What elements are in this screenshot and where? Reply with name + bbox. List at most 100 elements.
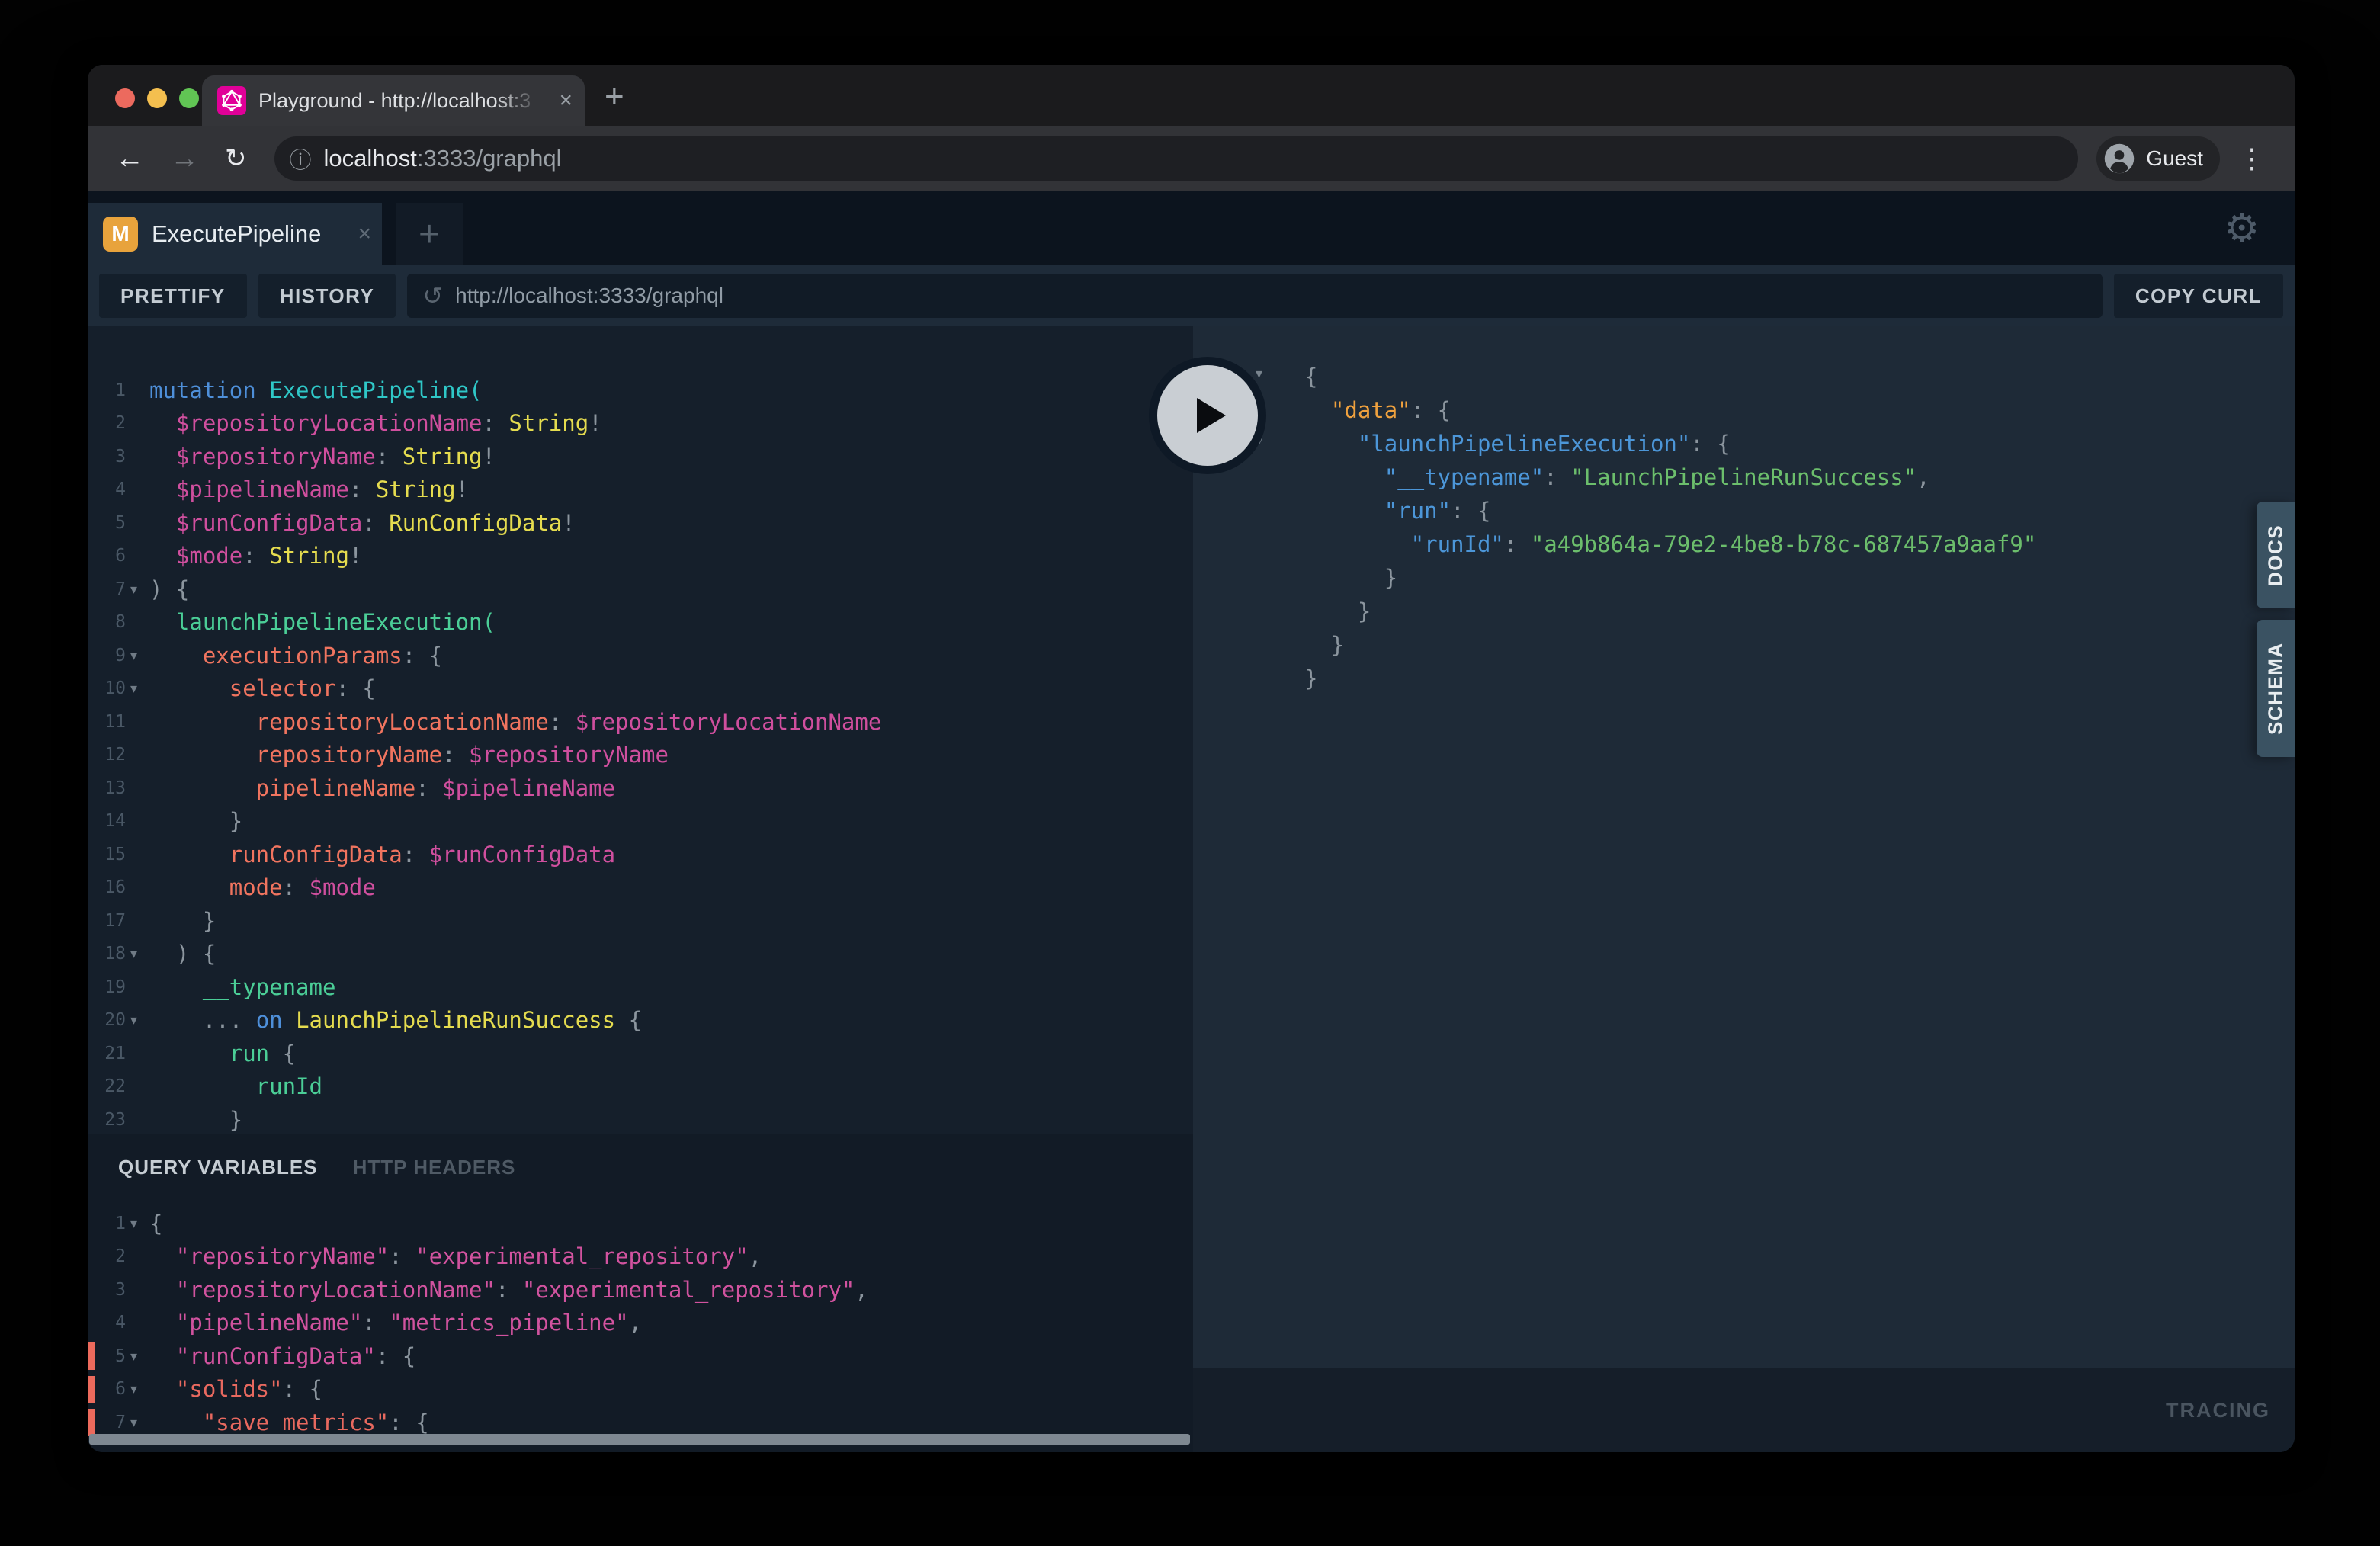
prettify-button[interactable]: PRETTIFY [99,274,247,318]
line-number: 18▾ [88,944,126,964]
line-number: 14 [88,811,126,831]
reload-icon[interactable]: ↻ [216,146,256,172]
code-line[interactable]: 15 runConfigData: $runConfigData [88,838,1193,871]
code-text: repositoryName: $repositoryName [149,742,669,768]
code-line[interactable]: 16 mode: $mode [88,871,1193,905]
code-line[interactable]: 13 pipelineName: $pipelineName [88,771,1193,805]
code-text: runId [149,1073,322,1099]
query-editor[interactable]: 1mutation ExecutePipeline(2 $repositoryL… [88,326,1193,1134]
avatar-icon [2103,143,2135,175]
code-line[interactable]: 7▾) { [88,573,1193,606]
variables-panel-tabs: QUERY VARIABLES HTTP HEADERS [88,1134,1193,1179]
browser-new-tab-button[interactable]: + [605,80,624,114]
fold-arrow-icon[interactable]: ▾ [130,1012,137,1028]
code-line[interactable]: 4 $pipelineName: String! [88,473,1193,507]
browser-tab[interactable]: Playground - http://localhost:3 × [202,75,585,126]
line-number: 3 [88,1280,126,1300]
new-session-tab-button[interactable]: + [396,203,463,265]
zoom-window-button[interactable] [179,88,199,108]
back-icon[interactable]: ← [106,144,153,173]
fold-arrow-icon[interactable]: ▾ [130,681,137,697]
fold-arrow-icon[interactable]: ▾ [130,1381,137,1397]
code-line[interactable]: 20▾ ... on LaunchPipelineRunSuccess { [88,1004,1193,1038]
code-line[interactable]: 10▾ selector: { [88,672,1193,706]
code-line[interactable]: 19 __typename [88,970,1193,1004]
response-line: } [1193,561,2295,595]
site-info-icon[interactable]: ⓘ [290,143,312,175]
code-line[interactable]: 6 $mode: String! [88,540,1193,573]
playground-toolbar: PRETTIFY HISTORY ↺ http://localhost:3333… [88,265,2295,326]
fold-arrow-icon[interactable]: ▾ [130,1216,137,1232]
code-line[interactable]: 23 } [88,1103,1193,1134]
code-line[interactable]: 18▾ ) { [88,938,1193,971]
code-line[interactable]: 6▾ "solids": { [88,1373,1193,1406]
window-controls [115,88,199,108]
fold-arrow-icon[interactable]: ▾ [130,648,137,664]
code-text: selector: { [149,675,376,701]
code-line[interactable]: 1▾{ [88,1207,1193,1240]
code-text: "solids": { [149,1376,322,1402]
tab-query-variables[interactable]: QUERY VARIABLES [118,1156,318,1179]
code-line[interactable]: 3 $repositoryName: String! [88,440,1193,473]
fold-arrow-icon[interactable]: ▾ [130,946,137,962]
code-text: } [149,1107,242,1133]
schema-side-tab[interactable]: SCHEMA [2257,620,2295,757]
response-line: "run": { [1193,494,2295,528]
query-editor-pane[interactable]: 1mutation ExecutePipeline(2 $repositoryL… [88,326,1193,1452]
docs-side-tab[interactable]: DOCS [2257,502,2295,608]
session-tab-executepipeline[interactable]: M ExecutePipeline × [88,203,382,265]
code-text: "run": { [1304,498,1490,524]
code-line[interactable]: 4 "pipelineName": "metrics_pipeline", [88,1307,1193,1340]
line-number: 4 [88,480,126,499]
code-text: run { [149,1041,296,1066]
code-line[interactable]: 5▾ "runConfigData": { [88,1339,1193,1373]
response-line: "__typename": "LaunchPipelineRunSuccess"… [1193,460,2295,494]
line-number: 23 [88,1110,126,1130]
code-line[interactable]: 21 run { [88,1037,1193,1070]
tracing-bar[interactable]: TRACING [1193,1368,2295,1452]
code-line[interactable]: 9▾ executionParams: { [88,639,1193,672]
code-line[interactable]: 22 runId [88,1070,1193,1104]
code-text: } [149,808,242,834]
mutation-badge: M [103,217,138,252]
copy-curl-button[interactable]: COPY CURL [2114,274,2283,318]
tab-http-headers[interactable]: HTTP HEADERS [353,1156,516,1179]
profile-button[interactable]: Guest [2096,136,2220,181]
forward-icon[interactable]: → [161,144,208,173]
code-line[interactable]: 2 $repositoryLocationName: String! [88,407,1193,441]
code-line[interactable]: 12 repositoryName: $repositoryName [88,739,1193,772]
minimize-window-button[interactable] [147,88,167,108]
execute-play-button[interactable] [1149,357,1266,474]
code-line[interactable]: 1mutation ExecutePipeline( [88,374,1193,407]
code-line[interactable]: 8 launchPipelineExecution( [88,606,1193,640]
address-bar[interactable]: ⓘ localhost:3333/graphql [274,136,2079,181]
browser-toolbar: ← → ↻ ⓘ localhost:3333/graphql Guest ⋮ [88,126,2295,191]
horizontal-scrollbar[interactable] [89,1434,1190,1445]
browser-tab-title: Playground - http://localhost:3 [258,89,547,113]
session-tab-close-icon[interactable]: × [358,221,371,247]
line-number: 17 [88,911,126,931]
code-line[interactable]: 11 repositoryLocationName: $repositoryLo… [88,705,1193,739]
history-button[interactable]: HISTORY [258,274,396,318]
code-line[interactable]: 2 "repositoryName": "experimental_reposi… [88,1240,1193,1274]
fold-arrow-icon[interactable]: ▾ [130,1349,137,1365]
line-number: 5 [88,513,126,533]
code-line[interactable]: 17 } [88,904,1193,938]
code-line[interactable]: 5 $runConfigData: RunConfigData! [88,506,1193,540]
fold-arrow-icon[interactable]: ▾ [1256,366,1262,382]
fold-arrow-icon[interactable]: ▾ [130,582,137,598]
variables-editor[interactable]: 1▾{2 "repositoryName": "experimental_rep… [88,1179,1193,1439]
close-window-button[interactable] [115,88,135,108]
response-viewer: ▾{▾ "data": {▾ "launchPipelineExecution"… [1193,326,2295,695]
browser-tab-close-icon[interactable]: × [559,89,573,112]
fold-arrow-icon[interactable]: ▾ [130,1415,137,1431]
line-number: 9▾ [88,646,126,666]
response-line: "runId": "a49b864a-79e2-4be8-b78c-687457… [1193,528,2295,561]
endpoint-input[interactable]: ↺ http://localhost:3333/graphql [407,274,2103,318]
code-line[interactable]: 3 "repositoryLocationName": "experimenta… [88,1273,1193,1307]
settings-gear-icon[interactable]: ⚙ [2224,209,2260,249]
code-text: ... on LaunchPipelineRunSuccess { [149,1007,642,1033]
line-number: 5▾ [88,1346,126,1366]
code-line[interactable]: 14 } [88,805,1193,839]
browser-menu-icon[interactable]: ⋮ [2228,143,2276,175]
